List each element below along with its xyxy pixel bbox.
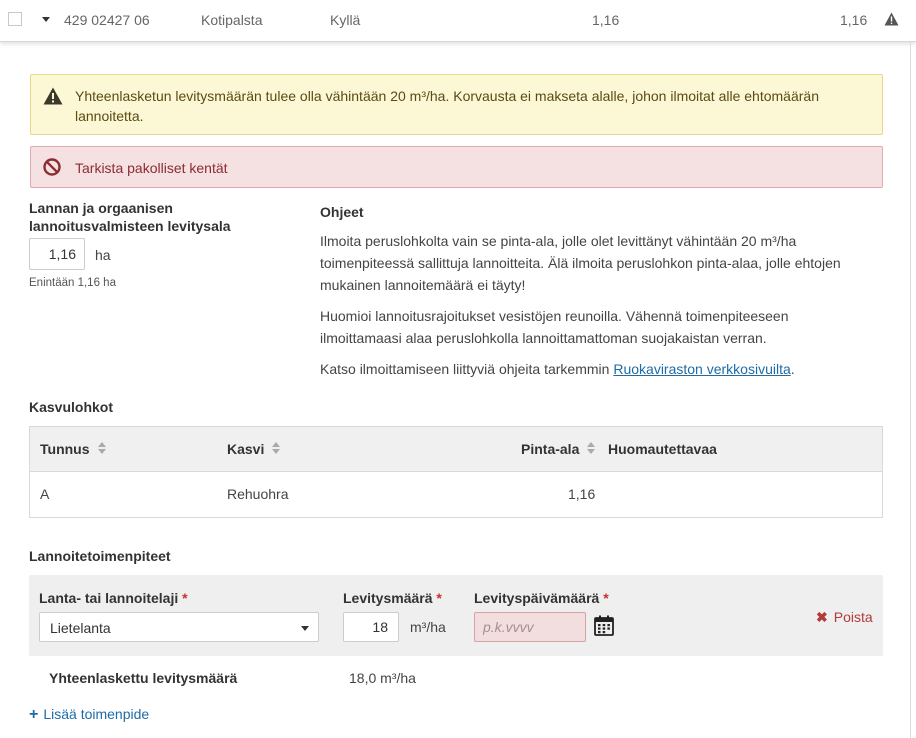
instructions-paragraph-3: Katso ilmoittamiseen liittyviä ohjeita t… [320, 358, 860, 380]
col-header-huomautettavaa: Huomautettavaa [608, 441, 717, 457]
warning-alert: Yhteenlasketun levitysmäärän tulee olla … [30, 74, 883, 135]
warning-triangle-icon [43, 87, 63, 110]
warning-triangle-icon [884, 12, 899, 29]
required-mark: * [603, 590, 609, 606]
error-text: Tarkista pakolliset kentät [75, 160, 228, 176]
date-label: Levityspäivämäärä * [474, 590, 609, 606]
col-header-tunnus-label: Tunnus [40, 441, 90, 457]
instructions-title: Ohjeet [320, 204, 364, 220]
amount-label: Levitysmäärä * [343, 590, 442, 606]
instructions-paragraph-2: Huomioi lannoitusrajoitukset vesistöjen … [320, 308, 789, 346]
area-max-note: Enintään 1,16 ha [29, 277, 116, 289]
add-measure-label: Lisää toimenpide [43, 706, 150, 722]
col-header-tunnus[interactable]: Tunnus [40, 441, 106, 457]
parcel-flag: Kyllä [330, 12, 361, 28]
col-header-pinta-ala-label: Pinta-ala [521, 441, 580, 457]
warning-text: Yhteenlasketun levitysmäärän tulee olla … [75, 88, 819, 124]
sort-icon [272, 442, 281, 455]
instructions-paragraph-1: Ilmoita peruslohkolta vain se pinta-ala,… [320, 233, 841, 293]
calendar-icon[interactable] [594, 615, 614, 639]
col-header-kasvi[interactable]: Kasvi [227, 441, 281, 457]
fertilizer-type-value: Lietelanta [50, 620, 111, 636]
sort-icon [587, 442, 596, 455]
crops-table: Tunnus Kasvi Pinta-ala Huomautettavaa A … [29, 426, 883, 518]
remove-x-icon: ✖ [816, 609, 828, 625]
error-alert: Tarkista pakolliset kentät [30, 146, 883, 188]
remove-measure-button[interactable]: ✖ Poista [816, 609, 873, 626]
fertilizer-type-select[interactable]: Lietelanta [39, 612, 319, 642]
area-unit: ha [95, 247, 111, 263]
required-mark: * [182, 590, 188, 606]
remove-label: Poista [833, 609, 873, 625]
crop-cell-crop: Rehuohra [227, 486, 289, 502]
area-input[interactable] [29, 238, 85, 270]
chevron-down-icon [301, 626, 309, 631]
required-mark: * [436, 590, 442, 606]
amount-input[interactable] [343, 612, 399, 642]
parcel-area: 1,16 [592, 12, 620, 28]
parcel-name: Kotipalsta [201, 12, 263, 28]
row-checkbox[interactable] [8, 12, 22, 26]
ban-icon [43, 158, 61, 181]
parcel-id: 429 02427 06 [64, 12, 150, 28]
instructions-link-suffix: . [790, 361, 795, 377]
total-amount-label: Yhteenlaskettu levitysmäärä [49, 670, 238, 686]
crops-title: Kasvulohkot [29, 399, 114, 415]
type-label: Lanta- tai lannoitelaji * [39, 590, 188, 606]
crops-table-header: Tunnus Kasvi Pinta-ala Huomautettavaa [30, 427, 882, 472]
date-label-text: Levityspäivämäärä [474, 590, 600, 606]
area-field-label: Lannan ja orgaanisen lannoitusvalmisteen… [29, 200, 231, 234]
add-measure-button[interactable]: + Lisää toimenpide [29, 706, 149, 724]
plus-icon: + [29, 706, 39, 723]
parcel-row[interactable]: 429 02427 06 Kotipalsta Kyllä 1,16 1,16 [0, 0, 916, 42]
measures-title: Lannoitetoimenpiteet [29, 548, 171, 564]
ruokavirasto-link[interactable]: Ruokaviraston verkkosivuilta [613, 361, 790, 377]
date-input[interactable] [474, 612, 586, 642]
scroll-edge [910, 42, 911, 738]
sort-icon [97, 442, 106, 455]
parcel-area-total: 1,16 [840, 12, 868, 28]
chevron-down-icon[interactable] [42, 17, 50, 22]
amount-unit: m³/ha [410, 619, 446, 635]
col-header-kasvi-label: Kasvi [227, 441, 265, 457]
instructions-link-prefix: Katso ilmoittamiseen liittyviä ohjeita t… [320, 361, 614, 377]
instructions: Ohjeet Ilmoita peruslohkolta vain se pin… [320, 201, 860, 389]
amount-label-text: Levitysmäärä [343, 590, 433, 606]
total-amount-value: 18,0 m³/ha [349, 670, 416, 686]
crop-cell-area: 1,16 [568, 486, 596, 502]
type-label-text: Lanta- tai lannoitelaji [39, 590, 179, 606]
measure-panel: Lanta- tai lannoitelaji * Lietelanta Lev… [29, 575, 883, 656]
col-header-pinta-ala[interactable]: Pinta-ala [521, 441, 596, 457]
crop-cell-id: A [40, 486, 50, 502]
